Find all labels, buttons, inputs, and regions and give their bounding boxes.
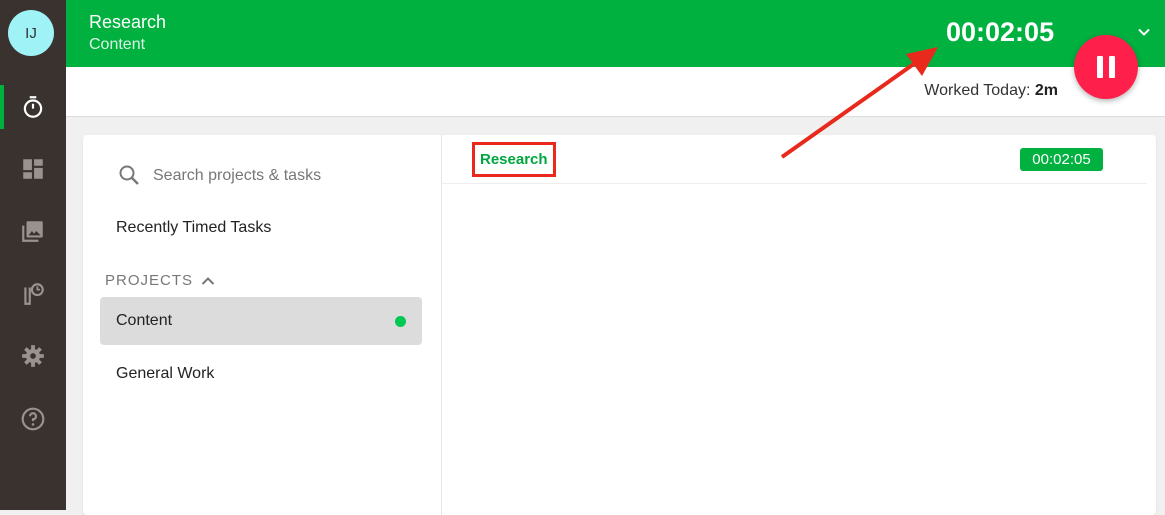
recently-timed-tasks-link[interactable]: Recently Timed Tasks: [116, 219, 271, 237]
main-panel: Recently Timed Tasks PROJECTS Content Ge…: [83, 135, 1156, 515]
chevron-up-icon: [201, 276, 215, 285]
reports-icon: [24, 283, 44, 305]
nav-screenshots[interactable]: [0, 209, 66, 253]
nav-timer[interactable]: [0, 85, 66, 129]
nav-settings[interactable]: [0, 334, 66, 378]
project-item-general-work[interactable]: General Work: [100, 350, 422, 398]
avatar[interactable]: IJ: [8, 10, 54, 56]
dashboard-icon: [23, 159, 43, 179]
pause-button[interactable]: [1074, 35, 1138, 99]
timer-header: Research Content 00:02:05: [66, 0, 1165, 67]
nav-reports[interactable]: [0, 272, 66, 316]
help-icon: [21, 407, 45, 431]
task-row[interactable]: Research 00:02:05: [442, 135, 1147, 184]
chevron-down-icon[interactable]: [1136, 24, 1152, 40]
task-name[interactable]: Research: [472, 142, 556, 177]
active-project-dot: [395, 316, 406, 327]
nav-help[interactable]: [0, 397, 66, 441]
search-input[interactable]: [151, 163, 425, 189]
images-icon: [22, 221, 43, 242]
current-task-title: Research: [89, 12, 167, 32]
nav-sidebar: IJ: [0, 0, 66, 510]
search-icon: [119, 165, 139, 185]
stopwatch-icon: [23, 96, 43, 118]
task-time-badge: 00:02:05: [1020, 148, 1103, 171]
gear-icon: [22, 345, 44, 367]
project-item-content[interactable]: Content: [100, 297, 422, 345]
worked-today-label: Worked Today:: [924, 82, 1031, 99]
project-label: General Work: [116, 365, 215, 382]
project-label: Content: [116, 312, 173, 329]
projects-header[interactable]: PROJECTS: [105, 272, 215, 289]
worked-today-bar: Worked Today: 2m: [66, 67, 1165, 117]
projects-header-label: PROJECTS: [105, 272, 194, 289]
worked-today-value: 2m: [1034, 82, 1058, 99]
nav-dashboard[interactable]: [0, 147, 66, 191]
worked-today: Worked Today: 2m: [924, 82, 1058, 100]
pause-icon: [1097, 56, 1115, 78]
projects-column: Recently Timed Tasks PROJECTS Content Ge…: [83, 135, 442, 515]
current-project-subtitle: Content: [89, 36, 146, 53]
running-timer: 00:02:05: [946, 17, 1055, 47]
